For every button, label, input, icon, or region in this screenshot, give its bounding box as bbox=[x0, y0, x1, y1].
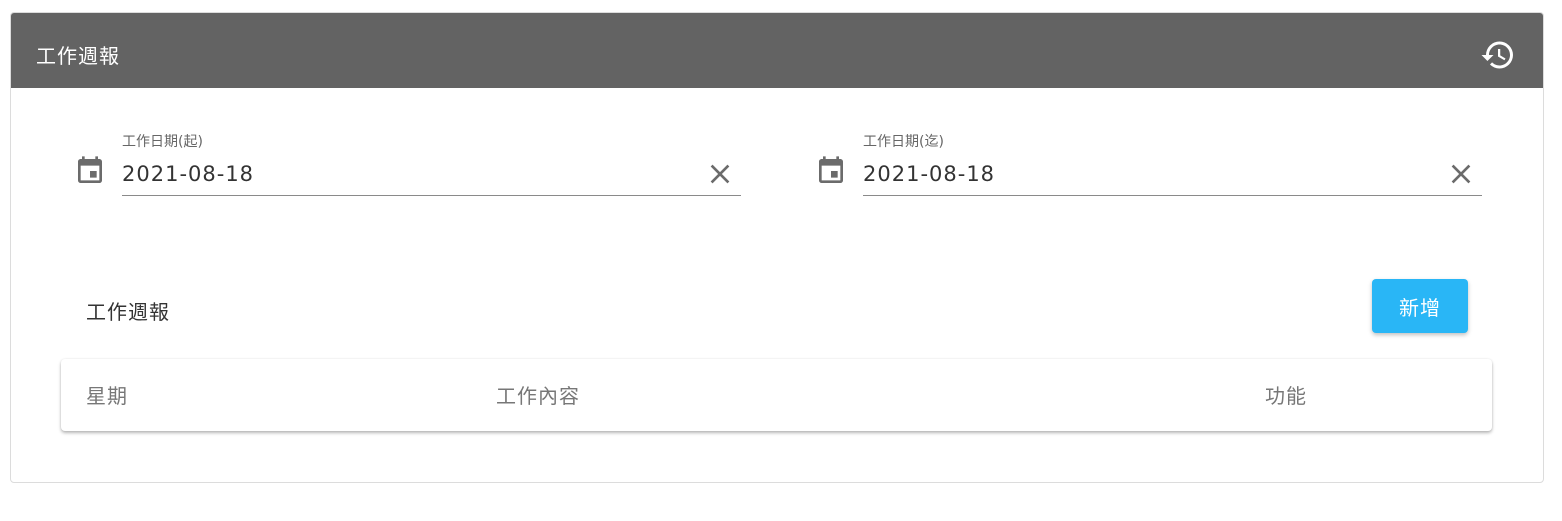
card-header: 工作週報 bbox=[11, 13, 1543, 88]
start-date-field: 工作日期(起) bbox=[74, 131, 742, 211]
column-header-actions[interactable]: 功能 bbox=[1265, 383, 1307, 409]
calendar-icon[interactable] bbox=[815, 155, 847, 187]
close-icon[interactable] bbox=[1445, 158, 1477, 190]
end-date-label: 工作日期(迄) bbox=[863, 134, 944, 150]
start-date-input[interactable] bbox=[122, 159, 682, 189]
start-date-underline bbox=[122, 195, 741, 196]
history-icon bbox=[1481, 41, 1513, 69]
start-date-label: 工作日期(起) bbox=[122, 134, 203, 150]
report-table: 星期 工作內容 功能 bbox=[61, 359, 1492, 431]
history-button[interactable] bbox=[1480, 37, 1516, 73]
close-icon[interactable] bbox=[704, 158, 736, 190]
weekly-report-card: 工作週報 工作日期(起) 工作日期(迄) 工作週報 新增 星期 工作內容 bbox=[10, 12, 1544, 483]
end-date-underline bbox=[863, 195, 1482, 196]
add-button[interactable]: 新增 bbox=[1372, 279, 1468, 333]
end-date-input[interactable] bbox=[863, 159, 1423, 189]
end-date-field: 工作日期(迄) bbox=[815, 131, 1483, 211]
card-title: 工作週報 bbox=[36, 44, 120, 68]
calendar-icon[interactable] bbox=[74, 155, 106, 187]
section-title: 工作週報 bbox=[86, 300, 170, 324]
column-header-work-content[interactable]: 工作內容 bbox=[496, 383, 580, 409]
column-header-weekday[interactable]: 星期 bbox=[86, 383, 128, 409]
